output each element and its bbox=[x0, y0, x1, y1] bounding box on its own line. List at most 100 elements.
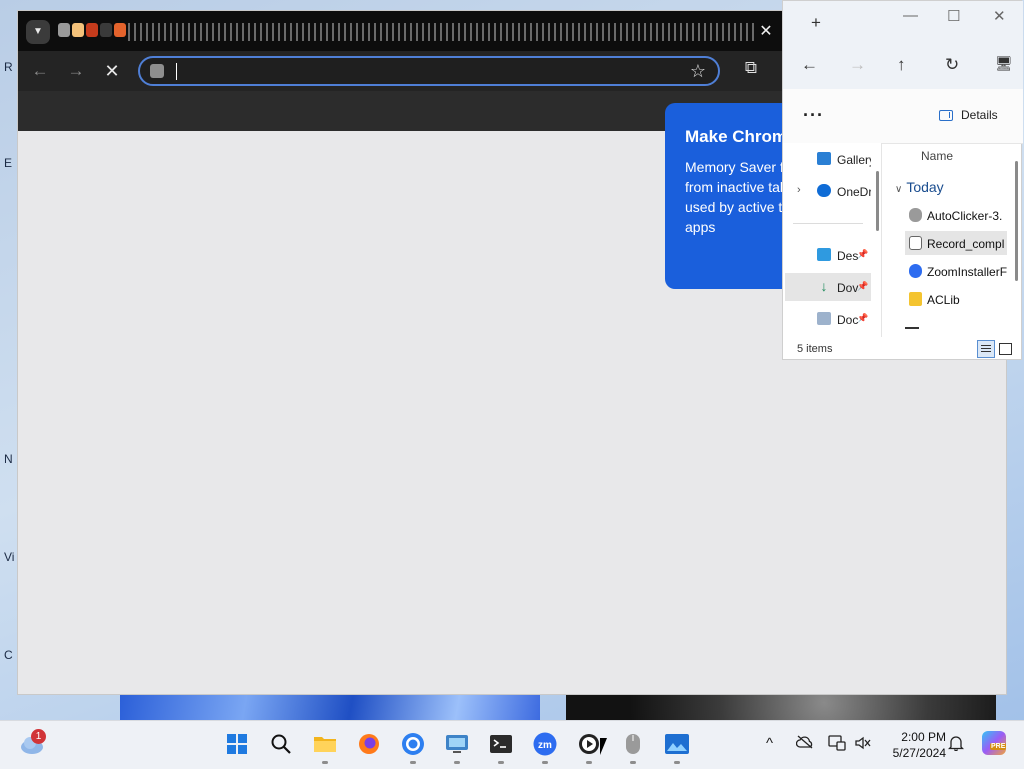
file-item-record[interactable]: Record_compl bbox=[905, 231, 1007, 255]
nav-item-label: Doc bbox=[837, 313, 859, 327]
puzzle-icon[interactable]: ⧉ bbox=[740, 58, 762, 80]
folder-icon bbox=[314, 737, 336, 752]
back-button[interactable]: ← bbox=[801, 55, 818, 75]
explorer-navbar: ← → ↑ ↻ 🖥 bbox=[783, 45, 1023, 89]
downloads-icon: ↓ bbox=[820, 278, 828, 294]
nav-item-documents[interactable]: Doc 📌 bbox=[785, 305, 871, 333]
taskbar-firefox[interactable] bbox=[356, 731, 382, 757]
taskbar-photos[interactable] bbox=[664, 731, 690, 757]
desktop-icon-label[interactable]: R bbox=[4, 60, 13, 74]
network-icon[interactable] bbox=[828, 735, 846, 755]
site-info-icon[interactable] bbox=[150, 64, 164, 78]
column-header-name[interactable]: Name bbox=[921, 149, 953, 163]
taskbar-zoom[interactable]: zm bbox=[532, 731, 558, 757]
tiles-view-button[interactable] bbox=[999, 343, 1012, 355]
onedrive-icon bbox=[817, 184, 831, 197]
chevron-right-icon[interactable]: › bbox=[797, 184, 801, 196]
preview-tag: PRE bbox=[990, 743, 1007, 750]
next-item-partial bbox=[905, 327, 919, 329]
forward-button[interactable]: → bbox=[64, 59, 88, 83]
running-indicator bbox=[674, 761, 680, 764]
show-hidden-icons-button[interactable]: ^ bbox=[766, 735, 773, 752]
minimize-button[interactable]: — bbox=[903, 7, 918, 24]
address-input[interactable] bbox=[172, 60, 676, 84]
desktop-icon-label[interactable]: E bbox=[4, 156, 12, 170]
desktop-icon bbox=[817, 248, 831, 261]
tab-favicon[interactable] bbox=[86, 23, 98, 37]
up-button[interactable]: ↑ bbox=[897, 55, 906, 75]
taskbar-autoclicker[interactable] bbox=[620, 731, 646, 757]
gallery-icon bbox=[817, 152, 831, 165]
start-button[interactable] bbox=[224, 731, 250, 757]
nav-item-onedrive[interactable]: › OneDr bbox=[785, 177, 871, 205]
file-item-aclib[interactable]: ACLib bbox=[905, 287, 1007, 311]
mouse-icon bbox=[909, 208, 922, 222]
search-button[interactable] bbox=[268, 731, 294, 757]
taskbar-file-explorer[interactable] bbox=[312, 731, 338, 757]
details-view-button[interactable] bbox=[977, 340, 995, 358]
status-bar: 5 items bbox=[783, 337, 1023, 361]
taskbar-remote-desktop[interactable] bbox=[444, 731, 470, 757]
tab-favicon[interactable] bbox=[58, 23, 70, 37]
details-pane-icon bbox=[939, 109, 953, 121]
this-pc-button[interactable]: 🖥 bbox=[995, 55, 1013, 72]
desktop-icon-label[interactable]: C bbox=[4, 648, 13, 662]
zoom-icon bbox=[909, 264, 922, 278]
file-explorer-window: + — ☐ ✕ ← → ↑ ↻ 🖥 ··· Details Gallery › … bbox=[782, 0, 1023, 361]
forward-button[interactable]: → bbox=[849, 55, 866, 75]
file-list-scrollbar[interactable] bbox=[1015, 161, 1018, 281]
group-header-today[interactable]: ∨ Today bbox=[895, 179, 944, 195]
documents-icon bbox=[817, 312, 831, 325]
details-pane-button[interactable]: Details bbox=[939, 108, 998, 122]
navigation-pane: Gallery › OneDr Des 📌 ↓ Dov 📌 Doc 📌 bbox=[783, 143, 882, 337]
running-indicator bbox=[630, 761, 636, 764]
chrome-icon bbox=[402, 733, 424, 755]
nav-item-gallery[interactable]: Gallery bbox=[785, 145, 871, 173]
tab-favicon[interactable] bbox=[114, 23, 126, 37]
play-icon bbox=[579, 734, 599, 754]
file-item-autoclicker[interactable]: AutoClicker-3. bbox=[905, 203, 1007, 227]
more-options-button[interactable]: ··· bbox=[803, 105, 824, 126]
nav-pane-scrollbar[interactable] bbox=[876, 171, 879, 231]
refresh-button[interactable]: ↻ bbox=[945, 55, 959, 75]
notifications-bell-icon[interactable] bbox=[947, 735, 965, 755]
onedrive-offline-icon[interactable] bbox=[795, 735, 814, 753]
tab-list[interactable] bbox=[128, 23, 758, 41]
running-indicator bbox=[410, 761, 416, 764]
taskbar-terminal[interactable] bbox=[488, 731, 514, 757]
file-item-zoominstaller[interactable]: ZoomInstallerF bbox=[905, 259, 1007, 283]
tab-favicon[interactable] bbox=[72, 23, 84, 37]
chevron-down-icon[interactable]: ▼ bbox=[26, 20, 50, 44]
command-bar: ··· Details bbox=[783, 89, 1023, 144]
nav-item-label: OneDr bbox=[837, 185, 871, 199]
mouse-icon bbox=[626, 734, 640, 754]
tab-favicon[interactable] bbox=[100, 23, 112, 37]
back-button[interactable]: ← bbox=[28, 59, 52, 83]
photos-icon bbox=[665, 734, 689, 754]
star-icon[interactable]: ☆ bbox=[690, 61, 706, 82]
close-tab-button[interactable]: ✕ bbox=[753, 19, 779, 45]
notification-badge: 1 bbox=[31, 729, 46, 744]
pin-icon: 📌 bbox=[857, 249, 869, 259]
stop-loading-button[interactable]: ✕ bbox=[100, 59, 124, 83]
file-name: Record_compl bbox=[927, 237, 1005, 251]
search-icon bbox=[271, 734, 291, 754]
new-tab-button[interactable]: + bbox=[811, 13, 821, 33]
windows-icon bbox=[227, 734, 247, 754]
desktop-icon-label[interactable]: N bbox=[4, 452, 13, 466]
taskbar-chrome[interactable] bbox=[400, 731, 426, 757]
taskbar-media-player[interactable] bbox=[576, 731, 602, 757]
file-name: ZoomInstallerF bbox=[927, 265, 1007, 279]
nav-item-desktop[interactable]: Des 📌 bbox=[785, 241, 871, 269]
nav-item-label: Gallery bbox=[837, 153, 871, 167]
close-button[interactable]: ✕ bbox=[993, 7, 1006, 25]
volume-muted-icon[interactable] bbox=[854, 735, 872, 755]
explorer-titlebar: + — ☐ ✕ bbox=[783, 1, 1023, 45]
chevron-down-icon: ∨ bbox=[895, 184, 903, 195]
desktop-icon-label[interactable]: Vi bbox=[4, 550, 14, 564]
wallpaper-window-preview bbox=[566, 690, 996, 722]
nav-item-downloads[interactable]: ↓ Dov 📌 bbox=[785, 273, 871, 301]
clock[interactable]: 2:00 PM 5/27/2024 bbox=[878, 729, 946, 761]
address-bar[interactable]: ☆ bbox=[138, 56, 720, 86]
maximize-button[interactable]: ☐ bbox=[947, 7, 960, 25]
